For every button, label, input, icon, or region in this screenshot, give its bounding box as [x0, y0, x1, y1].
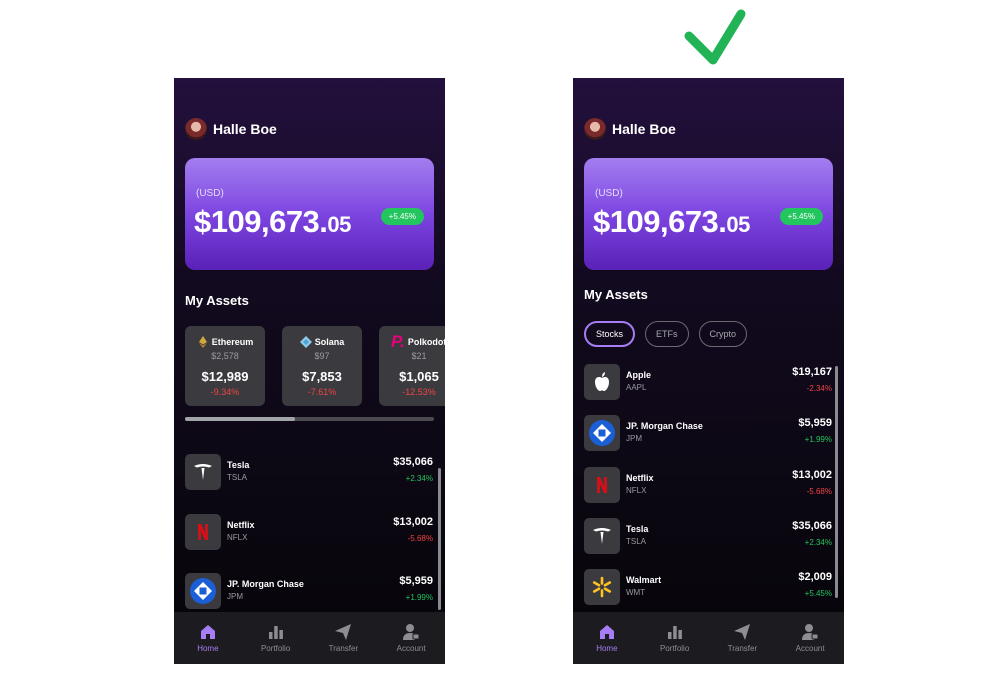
balance-card[interactable]: (USD) $109,673.05 +5.45%: [185, 158, 434, 270]
nav-home[interactable]: Home: [573, 612, 641, 664]
stock-row-tesla[interactable]: Tesla TSLA $35,066 +2.34%: [584, 518, 832, 554]
phone-screen-after: Halle Boe (USD) $109,673.05 +5.45% My As…: [573, 78, 844, 664]
balance-change-badge: +5.45%: [779, 208, 823, 225]
chase-logo: [589, 420, 615, 446]
nav-transfer[interactable]: Transfer: [709, 612, 777, 664]
transfer-icon: [734, 624, 751, 640]
stock-row-apple[interactable]: Apple AAPL $19,167 -2.34%: [584, 364, 832, 400]
stock-row-netflix[interactable]: Netflix NFLX $13,002 -5.68%: [185, 514, 433, 550]
user-header: Halle Boe: [185, 118, 277, 140]
phone-screen-before: Halle Boe (USD) $109,673.05 +5.45% My As…: [174, 78, 445, 664]
home-icon: [599, 625, 614, 639]
netflix-logo: [198, 524, 208, 540]
ethereum-icon: [198, 336, 207, 348]
checkmark-icon: [684, 9, 746, 65]
stock-row-jpm[interactable]: JP. Morgan Chase JPM $5,959 +1.99%: [185, 573, 433, 609]
account-icon: [403, 624, 420, 640]
stock-row-tesla[interactable]: Tesla TSLA $35,066 +2.34%: [185, 454, 433, 490]
transfer-icon: [335, 624, 352, 640]
crypto-card-polkadot[interactable]: P. Polkodot $21 $1,065 -12.53%: [379, 326, 445, 406]
balance-currency: (USD): [196, 188, 224, 199]
bottom-nav: Home Portfolio Transfer Account: [573, 612, 844, 664]
avatar[interactable]: [185, 118, 207, 140]
polkadot-icon: P.: [391, 332, 405, 351]
balance-amount: $109,673.05: [194, 204, 351, 239]
home-icon: [200, 625, 215, 639]
stock-row-walmart[interactable]: Walmart WMT $2,009 +5.45%: [584, 569, 832, 605]
nav-account[interactable]: Account: [776, 612, 844, 664]
tesla-logo: [593, 528, 611, 544]
walmart-logo: [592, 576, 612, 598]
crypto-card-solana[interactable]: Solana $97 $7,853 -7.61%: [282, 326, 362, 406]
crypto-card-ethereum[interactable]: Ethereum $2,578 $12,989 -9.34%: [185, 326, 265, 406]
balance-amount: $109,673.05: [593, 204, 750, 239]
solana-icon: [299, 336, 312, 348]
stock-row-netflix[interactable]: Netflix NFLX $13,002 -5.68%: [584, 467, 832, 503]
asset-type-tabs: Stocks ETFs Crypto: [584, 321, 748, 347]
portfolio-icon: [667, 626, 682, 639]
nav-portfolio[interactable]: Portfolio: [242, 612, 310, 664]
horizontal-scrollbar[interactable]: [185, 417, 434, 421]
chase-logo: [190, 578, 216, 604]
nav-portfolio[interactable]: Portfolio: [641, 612, 709, 664]
user-name: Halle Boe: [213, 121, 277, 137]
bottom-nav: Home Portfolio Transfer Account: [174, 612, 445, 664]
portfolio-icon: [268, 626, 283, 639]
my-assets-title: My Assets: [185, 293, 249, 308]
netflix-logo: [597, 477, 607, 493]
nav-home[interactable]: Home: [174, 612, 242, 664]
vertical-scrollbar[interactable]: [835, 366, 838, 598]
avatar[interactable]: [584, 118, 606, 140]
nav-account[interactable]: Account: [377, 612, 445, 664]
user-header: Halle Boe: [584, 118, 676, 140]
tab-etfs[interactable]: ETFs: [645, 321, 689, 347]
balance-currency: (USD): [595, 188, 623, 199]
balance-card[interactable]: (USD) $109,673.05 +5.45%: [584, 158, 833, 270]
user-name: Halle Boe: [612, 121, 676, 137]
nav-transfer[interactable]: Transfer: [310, 612, 378, 664]
balance-change-badge: +5.45%: [380, 208, 424, 225]
tab-stocks[interactable]: Stocks: [584, 321, 636, 347]
vertical-scrollbar[interactable]: [438, 468, 441, 610]
scrollbar-thumb[interactable]: [185, 417, 295, 421]
tab-crypto[interactable]: Crypto: [698, 321, 748, 347]
tesla-logo: [194, 464, 212, 480]
account-icon: [802, 624, 819, 640]
my-assets-title: My Assets: [584, 287, 648, 302]
stock-row-jpm[interactable]: JP. Morgan Chase JPM $5,959 +1.99%: [584, 415, 832, 451]
apple-logo: [595, 372, 609, 391]
